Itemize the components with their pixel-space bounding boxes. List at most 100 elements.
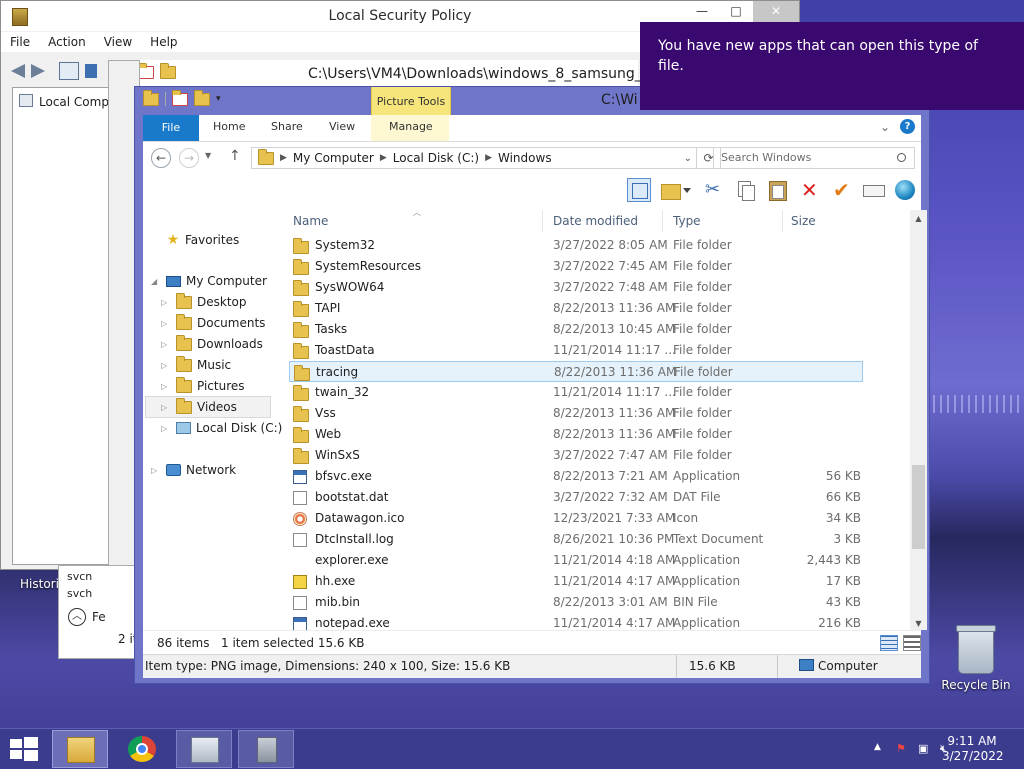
search-input[interactable]: Search Windows	[713, 147, 915, 169]
close-button[interactable]: ✕	[753, 1, 799, 22]
expand-icon[interactable]: ▷	[161, 340, 171, 349]
cut-button[interactable]	[701, 178, 725, 202]
minimize-button[interactable]: —	[685, 1, 719, 22]
expand-icon[interactable]: ▷	[161, 319, 171, 328]
details-view-button[interactable]	[880, 635, 898, 651]
nav-local-disk[interactable]: ▷ Local Disk (C:)	[161, 421, 282, 435]
forward-button[interactable]: →	[179, 148, 199, 168]
breadcrumb-local-disk[interactable]: Local Disk (C:)	[393, 151, 479, 165]
address-dropdown-icon[interactable]: ⌄	[684, 153, 692, 164]
tab-manage[interactable]: Manage	[389, 120, 433, 133]
clock[interactable]: 9:11 AM 3/27/2022	[942, 734, 1004, 764]
nav-favorites[interactable]: ★ Favorites	[151, 232, 240, 248]
table-row[interactable]: DtcInstall.log 8/26/2021 10:36 PM Text Doc…	[289, 529, 863, 550]
table-row[interactable]: bootstat.dat 3/27/2022 7:32 AM DAT File 66 …	[289, 487, 863, 508]
column-header-size[interactable]: Size	[787, 210, 863, 232]
nav-pictures[interactable]: ▷ Pictures	[161, 376, 245, 393]
nav-documents[interactable]: ▷ Documents	[161, 313, 265, 330]
tab-file[interactable]: File	[143, 115, 199, 141]
table-row[interactable]: SysWOW64 3/27/2022 7:48 AM File folder	[289, 277, 863, 298]
table-row[interactable]: Tasks 8/22/2013 10:45 AM File folder	[289, 319, 863, 340]
maximize-button[interactable]: □	[719, 1, 753, 22]
nav-desktop[interactable]: ▷ Desktop	[161, 292, 247, 309]
list-item[interactable]: svch	[67, 587, 92, 600]
scroll-up-icon[interactable]: ▲	[910, 214, 927, 223]
recent-locations-icon[interactable]: ▼	[205, 151, 211, 160]
customize-dropdown-icon[interactable]: ▾	[216, 94, 221, 104]
internet-globe-button[interactable]	[893, 178, 917, 202]
network-tray-icon[interactable]: ▣	[918, 742, 928, 755]
scroll-down-icon[interactable]: ▼	[910, 619, 927, 628]
help-icon[interactable]: ?	[900, 119, 915, 134]
taskbar-resource-monitor[interactable]	[176, 730, 232, 768]
start-button[interactable]	[10, 737, 38, 761]
expand-icon[interactable]: ▷	[151, 466, 161, 475]
tab-home[interactable]: Home	[213, 120, 245, 133]
up-arrow-icon[interactable]: ↑	[229, 148, 241, 164]
table-row[interactable]: hh.exe 11/21/2014 4:17 AM Application 17 KB	[289, 571, 863, 592]
table-row[interactable]: Web 8/22/2013 11:36 AM File folder	[289, 424, 863, 445]
table-row[interactable]: SystemResources 3/27/2022 7:45 AM File fol…	[289, 256, 863, 277]
nav-my-computer[interactable]: ◢ My Computer	[151, 274, 267, 288]
table-row[interactable]: WinSxS 3/27/2022 7:47 AM File folder	[289, 445, 863, 466]
table-row[interactable]: Datawagon.ico 12/23/2021 7:33 AM Icon 34 KB	[289, 508, 863, 529]
table-row[interactable]: explorer.exe 11/21/2014 4:18 AM Applicatio…	[289, 550, 863, 654]
nav-network[interactable]: ▷ Network	[151, 463, 236, 477]
tab-share[interactable]: Share	[271, 120, 303, 133]
breadcrumb-windows[interactable]: Windows	[498, 151, 552, 165]
new-apps-toast-notification[interactable]: You have new apps that can open this typ…	[640, 22, 1024, 110]
expand-icon[interactable]: ▷	[161, 424, 171, 433]
table-row[interactable]: Vss 8/22/2013 11:36 AM File folder	[289, 403, 863, 424]
delete-button[interactable]	[797, 178, 821, 202]
fewer-details-toggle[interactable]: ︿ Fe	[68, 608, 106, 626]
table-row[interactable]: ToastData 11/21/2014 11:17 ... File folder	[289, 340, 863, 361]
menu-file[interactable]: File	[1, 32, 39, 52]
new-folder-button[interactable]	[659, 178, 693, 202]
show-hidden-icons-icon[interactable]: ▲	[874, 742, 881, 752]
table-row[interactable]: bfsvc.exe 8/22/2013 7:21 AM Application 56 …	[289, 466, 863, 487]
new-folder-icon[interactable]	[194, 89, 210, 106]
column-header-date[interactable]: Date modified	[547, 210, 663, 232]
address-bar[interactable]: ▶ My Computer ▶ Local Disk (C:) ▶ Window…	[251, 147, 697, 169]
taskbar-chrome[interactable]	[114, 730, 170, 768]
column-header-type[interactable]: Type	[667, 210, 783, 232]
chevron-down-icon[interactable]: ⌄	[880, 120, 890, 134]
expand-icon[interactable]: ▷	[161, 298, 171, 307]
table-row[interactable]: mib.bin 8/22/2013 3:01 AM BIN File 43 KB	[289, 592, 863, 613]
expand-icon[interactable]: ▷	[161, 382, 171, 391]
table-row[interactable]: twain_32 11/21/2014 11:17 ... File folder	[289, 382, 863, 403]
breadcrumb-my-computer[interactable]: My Computer	[293, 151, 374, 165]
nav-downloads[interactable]: ▷ Downloads	[161, 334, 263, 351]
help-book-icon[interactable]	[85, 64, 97, 78]
vertical-scrollbar[interactable]: ▲ ▼	[910, 210, 927, 630]
recycle-bin-shortcut[interactable]: Recycle Bin	[940, 625, 1012, 692]
properties-icon[interactable]	[172, 89, 188, 106]
copy-button[interactable]	[733, 178, 757, 202]
forward-arrow-icon[interactable]	[31, 64, 45, 78]
large-icons-view-button[interactable]	[903, 635, 921, 651]
preview-pane-button[interactable]	[627, 178, 651, 202]
tab-view[interactable]: View	[329, 120, 355, 133]
table-row-selected[interactable]: tracing 8/22/2013 11:36 AM File folder	[289, 361, 863, 382]
menu-help[interactable]: Help	[141, 32, 186, 52]
back-button[interactable]: ←	[151, 148, 171, 168]
taskbar-local-security-policy[interactable]	[238, 730, 294, 768]
menu-action[interactable]: Action	[39, 32, 95, 52]
paste-button[interactable]	[765, 178, 789, 202]
table-row[interactable]: TAPI 8/22/2013 11:36 AM File folder	[289, 298, 863, 319]
back-arrow-icon[interactable]	[11, 64, 25, 78]
menu-view[interactable]: View	[95, 32, 141, 52]
nav-videos[interactable]: ▷ Videos	[161, 397, 237, 414]
taskbar-file-explorer[interactable]	[52, 730, 108, 768]
column-header-name[interactable]: Name	[289, 210, 543, 232]
nav-music[interactable]: ▷ Music	[161, 355, 231, 372]
rename-button[interactable]	[829, 178, 853, 202]
table-row[interactable]: System32 3/27/2022 8:05 AM File folder	[289, 235, 863, 256]
scrollbar-thumb[interactable]	[912, 465, 925, 549]
console-tree-icon[interactable]	[59, 62, 79, 80]
action-center-flag-icon[interactable]: ⚑	[896, 742, 906, 755]
properties-button[interactable]	[861, 178, 885, 202]
expand-icon[interactable]: ▷	[161, 361, 171, 370]
expand-icon[interactable]: ▷	[161, 403, 171, 412]
list-item[interactable]: svcn	[67, 570, 92, 583]
